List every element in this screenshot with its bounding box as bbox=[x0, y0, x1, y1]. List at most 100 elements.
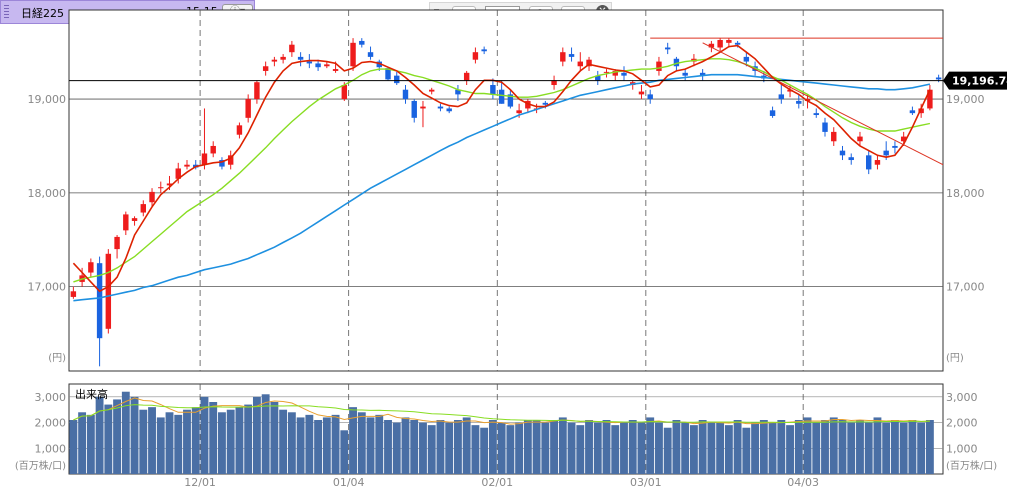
candle-body bbox=[734, 42, 741, 45]
volume-bar bbox=[646, 417, 655, 474]
candle-body bbox=[341, 85, 348, 100]
volume-bar bbox=[856, 420, 864, 474]
candle-body bbox=[236, 125, 243, 135]
volume-bar bbox=[471, 425, 480, 474]
volume-bar bbox=[742, 427, 751, 474]
volume-tick-label-left: 2,000 bbox=[35, 417, 67, 430]
volume-bar bbox=[69, 420, 78, 474]
volume-bar bbox=[611, 425, 620, 474]
candle-body bbox=[149, 191, 155, 203]
volume-bar bbox=[488, 420, 497, 474]
volume-bar bbox=[392, 422, 401, 474]
volume-bar bbox=[340, 430, 349, 474]
volume-tick-label-left: 3,000 bbox=[35, 391, 67, 404]
price-tick-label-left: 17,000 bbox=[28, 281, 67, 294]
volume-bar bbox=[130, 396, 139, 474]
candle-body bbox=[201, 153, 208, 165]
volume-bar bbox=[882, 422, 891, 474]
candle-body bbox=[647, 94, 653, 100]
volume-bar bbox=[331, 414, 340, 474]
volume-bar bbox=[384, 420, 392, 474]
volume-bar bbox=[427, 425, 436, 474]
candle-body bbox=[874, 160, 881, 165]
volume-bar bbox=[113, 399, 122, 474]
volume-bar bbox=[244, 404, 253, 474]
volume-bar bbox=[148, 407, 156, 474]
volume-bar bbox=[663, 427, 672, 474]
candle-body bbox=[568, 54, 575, 57]
volume-bar bbox=[689, 425, 698, 474]
volume-bar bbox=[637, 422, 646, 474]
volume-bar bbox=[751, 422, 760, 474]
candle-body bbox=[210, 145, 216, 154]
volume-bar bbox=[567, 422, 576, 474]
volume-bar bbox=[803, 417, 812, 474]
volume-bar bbox=[550, 420, 559, 474]
candle-body bbox=[262, 66, 269, 71]
volume-unit-label-right: (百万株/口) bbox=[946, 459, 997, 472]
volume-bar bbox=[191, 407, 200, 474]
volume-bar bbox=[235, 407, 244, 474]
volume-bar bbox=[314, 420, 323, 474]
candle-body bbox=[254, 82, 260, 100]
volume-bar bbox=[821, 420, 829, 474]
candle-body bbox=[778, 94, 785, 100]
volume-bar bbox=[279, 409, 288, 474]
volume-bar bbox=[620, 422, 628, 474]
volume-bar bbox=[716, 422, 725, 474]
price-unit-label-left: (円) bbox=[48, 353, 66, 364]
volume-bar bbox=[864, 422, 873, 474]
candle-body bbox=[70, 291, 77, 297]
volume-bar bbox=[698, 420, 707, 474]
volume-bar bbox=[270, 402, 279, 474]
candle-body bbox=[245, 99, 251, 118]
candle-body bbox=[892, 145, 898, 148]
candle-body bbox=[332, 69, 339, 71]
volume-bar bbox=[436, 420, 445, 474]
candle-body bbox=[411, 100, 417, 118]
volume-bar bbox=[410, 420, 419, 474]
price-tick-label-left: 18,000 bbox=[28, 187, 67, 200]
volume-bar bbox=[287, 412, 296, 474]
candle-body bbox=[822, 122, 828, 132]
volume-bar bbox=[585, 420, 593, 474]
volume-bar bbox=[218, 412, 226, 474]
date-tick-label: 12/01 bbox=[184, 476, 216, 489]
volume-bar bbox=[523, 420, 532, 474]
volume-bar bbox=[541, 422, 550, 474]
candle-body bbox=[516, 110, 522, 114]
volume-bar bbox=[86, 414, 95, 474]
volume-tick-label-right: 2,000 bbox=[946, 417, 978, 430]
candle-body bbox=[437, 106, 444, 109]
volume-bar bbox=[890, 420, 899, 474]
volume-bar bbox=[532, 420, 541, 474]
volume-bar bbox=[794, 420, 803, 474]
candle-body bbox=[280, 56, 286, 60]
date-tick-label: 01/04 bbox=[333, 476, 365, 489]
volume-bar bbox=[296, 417, 305, 474]
candle-body bbox=[813, 113, 819, 116]
volume-bar bbox=[121, 391, 130, 474]
volume-bar bbox=[139, 409, 148, 474]
candle-body bbox=[402, 89, 409, 100]
volume-bar bbox=[515, 422, 524, 474]
candle-body bbox=[394, 75, 400, 84]
candle-body bbox=[935, 77, 942, 80]
candle-body bbox=[140, 204, 146, 213]
candle-body bbox=[271, 59, 278, 62]
candle-body bbox=[350, 42, 356, 67]
volume-bar bbox=[777, 420, 786, 474]
candle-body bbox=[717, 40, 723, 48]
volume-bar bbox=[593, 422, 602, 474]
candle-body bbox=[883, 150, 889, 156]
candle-body bbox=[123, 214, 129, 231]
candle-body bbox=[743, 56, 750, 62]
candle-body bbox=[105, 253, 112, 329]
candle-body bbox=[367, 52, 374, 57]
volume-bar bbox=[174, 414, 183, 474]
volume-bar bbox=[305, 414, 314, 474]
candle-body bbox=[88, 262, 94, 273]
volume-unit-label-left: (百万株/口) bbox=[15, 459, 66, 472]
volume-bar bbox=[812, 422, 821, 474]
price-unit-label-right: (円) bbox=[946, 353, 964, 364]
